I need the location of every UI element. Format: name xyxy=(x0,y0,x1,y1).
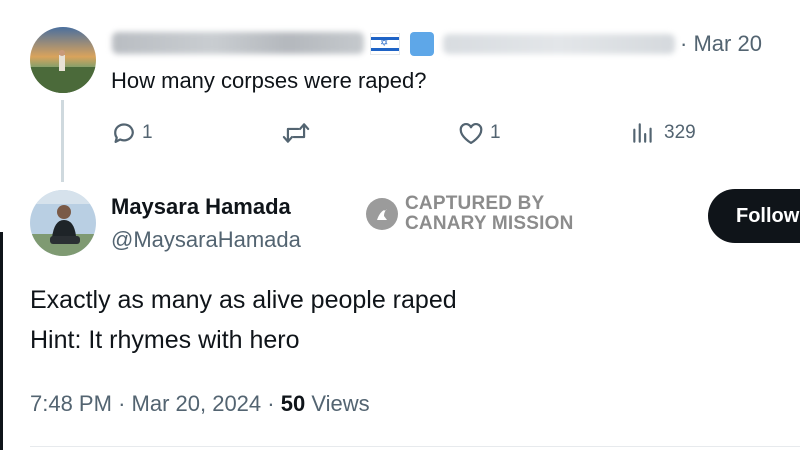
watermark-line-1: CAPTURED BY xyxy=(405,193,545,214)
tweet-meta: 7:48 PM · Mar 20, 2024 · 50 Views xyxy=(30,391,370,416)
tweet-views-count: 50 xyxy=(280,391,306,416)
redacted-handle xyxy=(443,34,675,54)
tweet-text-line-2: Hint: It rhymes with hero xyxy=(30,326,300,354)
views-button[interactable]: 329 xyxy=(630,118,696,148)
left-border-line xyxy=(0,232,3,450)
retweet-button[interactable] xyxy=(281,118,315,148)
author-handle[interactable]: @MaysaraHamada xyxy=(111,227,301,253)
reply-icon xyxy=(114,123,134,143)
tweet-date[interactable]: Mar 20, 2024 xyxy=(132,391,262,416)
redacted-display-name xyxy=(112,32,364,54)
reply-date[interactable]: · Mar 20 xyxy=(680,31,762,57)
canary-mission-logo-icon xyxy=(366,198,398,230)
retweet-icon xyxy=(282,123,310,143)
author-name[interactable]: Maysara Hamada xyxy=(111,194,291,220)
thread-line xyxy=(61,100,64,182)
watermark-line-2: CANARY MISSION xyxy=(405,213,574,234)
tweet-views-label: Views xyxy=(311,391,370,416)
follow-button[interactable]: Follow xyxy=(708,189,800,243)
avatar[interactable] xyxy=(30,190,96,256)
reply-count: 1 xyxy=(142,122,153,143)
tweet-time[interactable]: 7:48 PM xyxy=(30,391,112,416)
like-button[interactable]: 1 xyxy=(456,118,501,148)
reply-text: How many corpses were raped? xyxy=(111,68,427,93)
israel-flag-icon: ✡ xyxy=(370,33,400,55)
views-count: 329 xyxy=(664,122,696,143)
avatar[interactable] xyxy=(30,27,96,93)
reply-button[interactable]: 1 xyxy=(110,118,153,148)
canary-mission-watermark: CAPTURED BY CANARY MISSION xyxy=(405,194,574,234)
tweet-text-line-1: Exactly as many as alive people raped xyxy=(30,286,457,314)
blue-square-icon xyxy=(410,32,434,56)
heart-icon xyxy=(459,122,483,145)
analytics-icon xyxy=(633,123,652,143)
like-count: 1 xyxy=(490,122,501,143)
divider xyxy=(30,446,800,447)
